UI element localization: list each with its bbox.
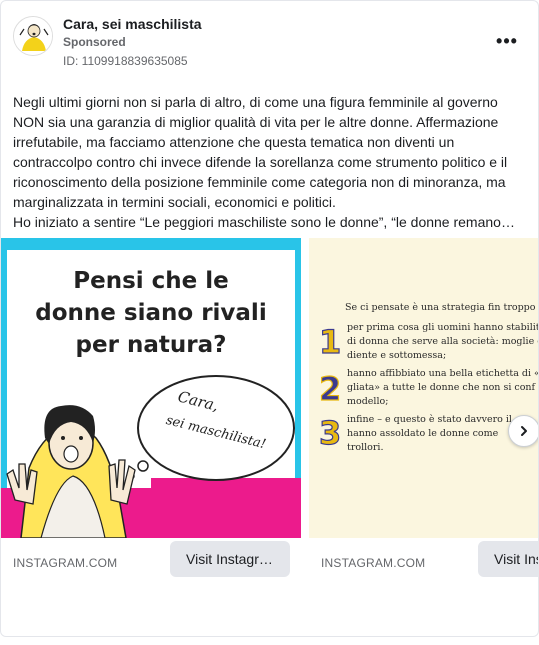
carousel-card-2[interactable]: Se ci pensate è una strategia fin troppo… (309, 238, 539, 636)
visit-instagram-button-1[interactable]: Visit Instagr… (170, 541, 290, 577)
chevron-right-icon (521, 426, 527, 436)
number-1: 1 (319, 323, 341, 361)
carousel-card-1[interactable]: Pensi che le donne siano rivali per natu… (1, 238, 301, 636)
item-3-line-1: infine – e questo è stato davvero il (347, 414, 512, 425)
sponsored-label: Sponsored (63, 35, 126, 49)
item-2-line-2: gliata» a tutte le donne che non si conf (347, 382, 537, 393)
visit-instagram-button-2[interactable]: Visit Ins (478, 541, 538, 577)
item-2-line-3: modello; (347, 396, 388, 407)
item-3-line-3: trollori. (347, 442, 383, 453)
item-1-line-1: per prima cosa gli uomini hanno stabilit… (347, 322, 539, 333)
post-paragraph: Negli ultimi giorni non si parla di altr… (13, 94, 508, 210)
ellipsis-icon: ••• (496, 30, 518, 51)
item-3-line-2: hanno assoldato le donne come (347, 428, 499, 439)
slide-1-image[interactable]: Pensi che le donne siano rivali per natu… (1, 238, 301, 538)
slide-1-title-line-2: donne siano rivali (35, 300, 266, 326)
ad-id: ID: 1109918839635085 (63, 54, 188, 68)
page-name[interactable]: Cara, sei maschilista (63, 16, 202, 32)
ad-card: Cara, sei maschilista Sponsored ID: 1109… (0, 0, 539, 637)
item-1-line-3: diente e sottomessa; (347, 350, 446, 361)
more-options-button[interactable]: ••• (495, 29, 519, 53)
slide-2-link[interactable]: INSTAGRAM.COM (321, 556, 425, 570)
media-carousel: Pensi che le donne siano rivali per natu… (1, 238, 539, 636)
post-truncated-line[interactable]: Ho iniziato a sentire “Le peggiori masch… (13, 212, 518, 232)
number-3: 3 (319, 414, 341, 452)
item-2-line-1: hanno affibbiato una bella etichetta di … (347, 368, 539, 379)
slide-1-link[interactable]: INSTAGRAM.COM (13, 556, 117, 570)
slide-1-title-line-3: per natura? (76, 332, 227, 358)
page-avatar[interactable] (13, 16, 53, 56)
number-2: 2 (319, 370, 341, 408)
item-1-line-2: di donna che serve alla società: moglie … (347, 336, 539, 347)
slide-1-title-line-1: Pensi che le (73, 268, 229, 294)
slide-2-intro: Se ci pensate è una strategia fin troppo… (345, 302, 539, 313)
post-text: Negli ultimi giorni non si parla di altr… (13, 92, 518, 232)
slide-2-image[interactable]: Se ci pensate è una strategia fin troppo… (309, 238, 539, 538)
carousel-next-button[interactable] (508, 415, 538, 447)
